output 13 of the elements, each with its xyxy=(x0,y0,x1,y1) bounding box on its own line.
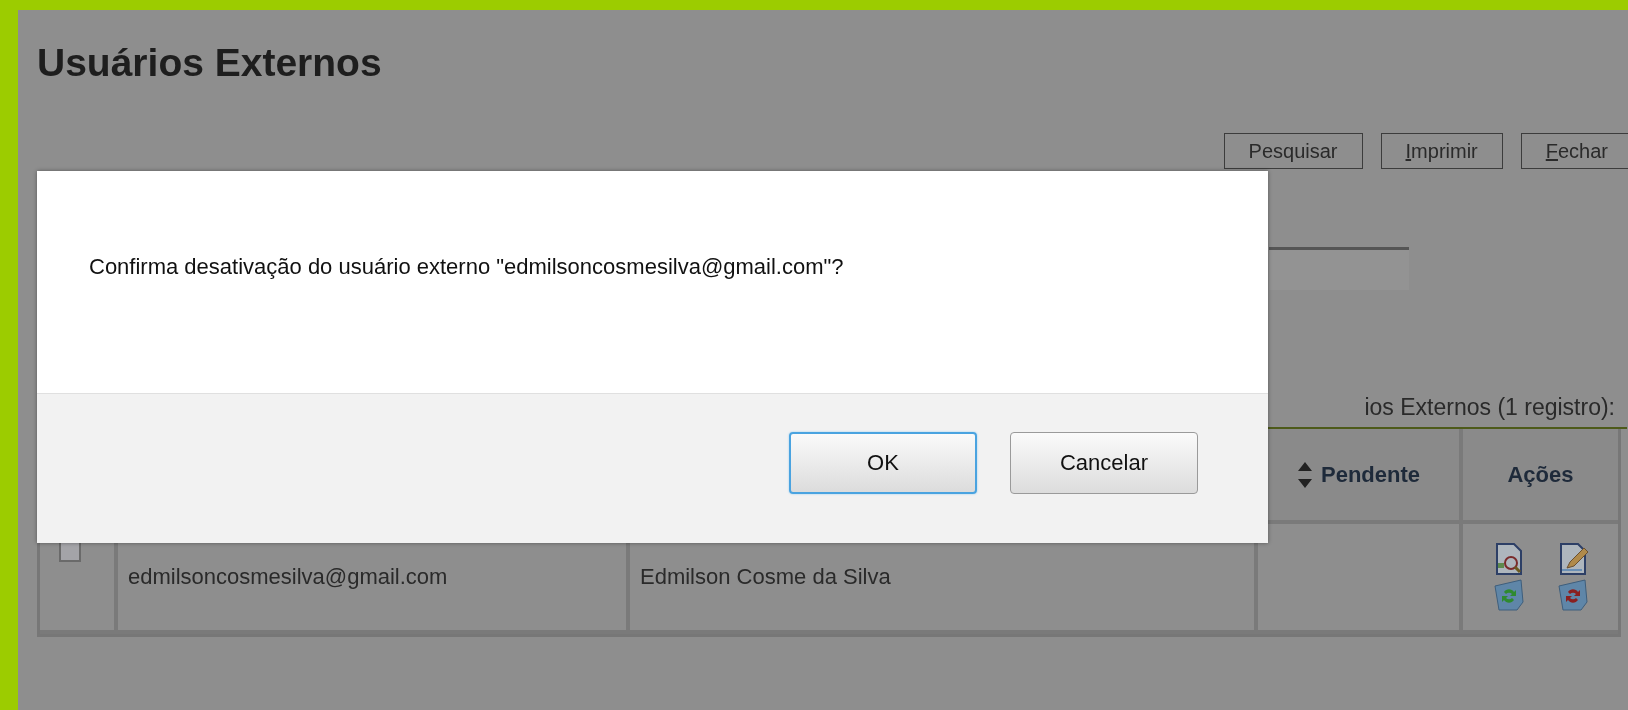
folder-arrows-icon[interactable] xyxy=(1556,578,1589,612)
table-caption: ios Externos (1 registro): xyxy=(1364,393,1615,421)
input-field[interactable] xyxy=(1269,247,1409,290)
sort-arrows-icon[interactable] xyxy=(1297,460,1313,489)
column-header[interactable]: Ações xyxy=(1507,461,1574,488)
toolbar-button[interactable]: Fechar xyxy=(1520,133,1628,169)
toolbar-button[interactable]: Pesquisar xyxy=(1223,133,1363,169)
cancel-button[interactable]: Cancelar xyxy=(1010,432,1198,494)
page-title: Usuários Externos xyxy=(37,40,383,86)
toolbar-button[interactable]: Imprimir xyxy=(1380,133,1503,169)
column-header[interactable]: Pendente xyxy=(1321,461,1420,488)
ok-button[interactable]: OK xyxy=(789,432,977,494)
dialog-message: Confirma desativação do usuário externo "edmilsoncosmesilva@gmail.com"? xyxy=(89,254,844,280)
